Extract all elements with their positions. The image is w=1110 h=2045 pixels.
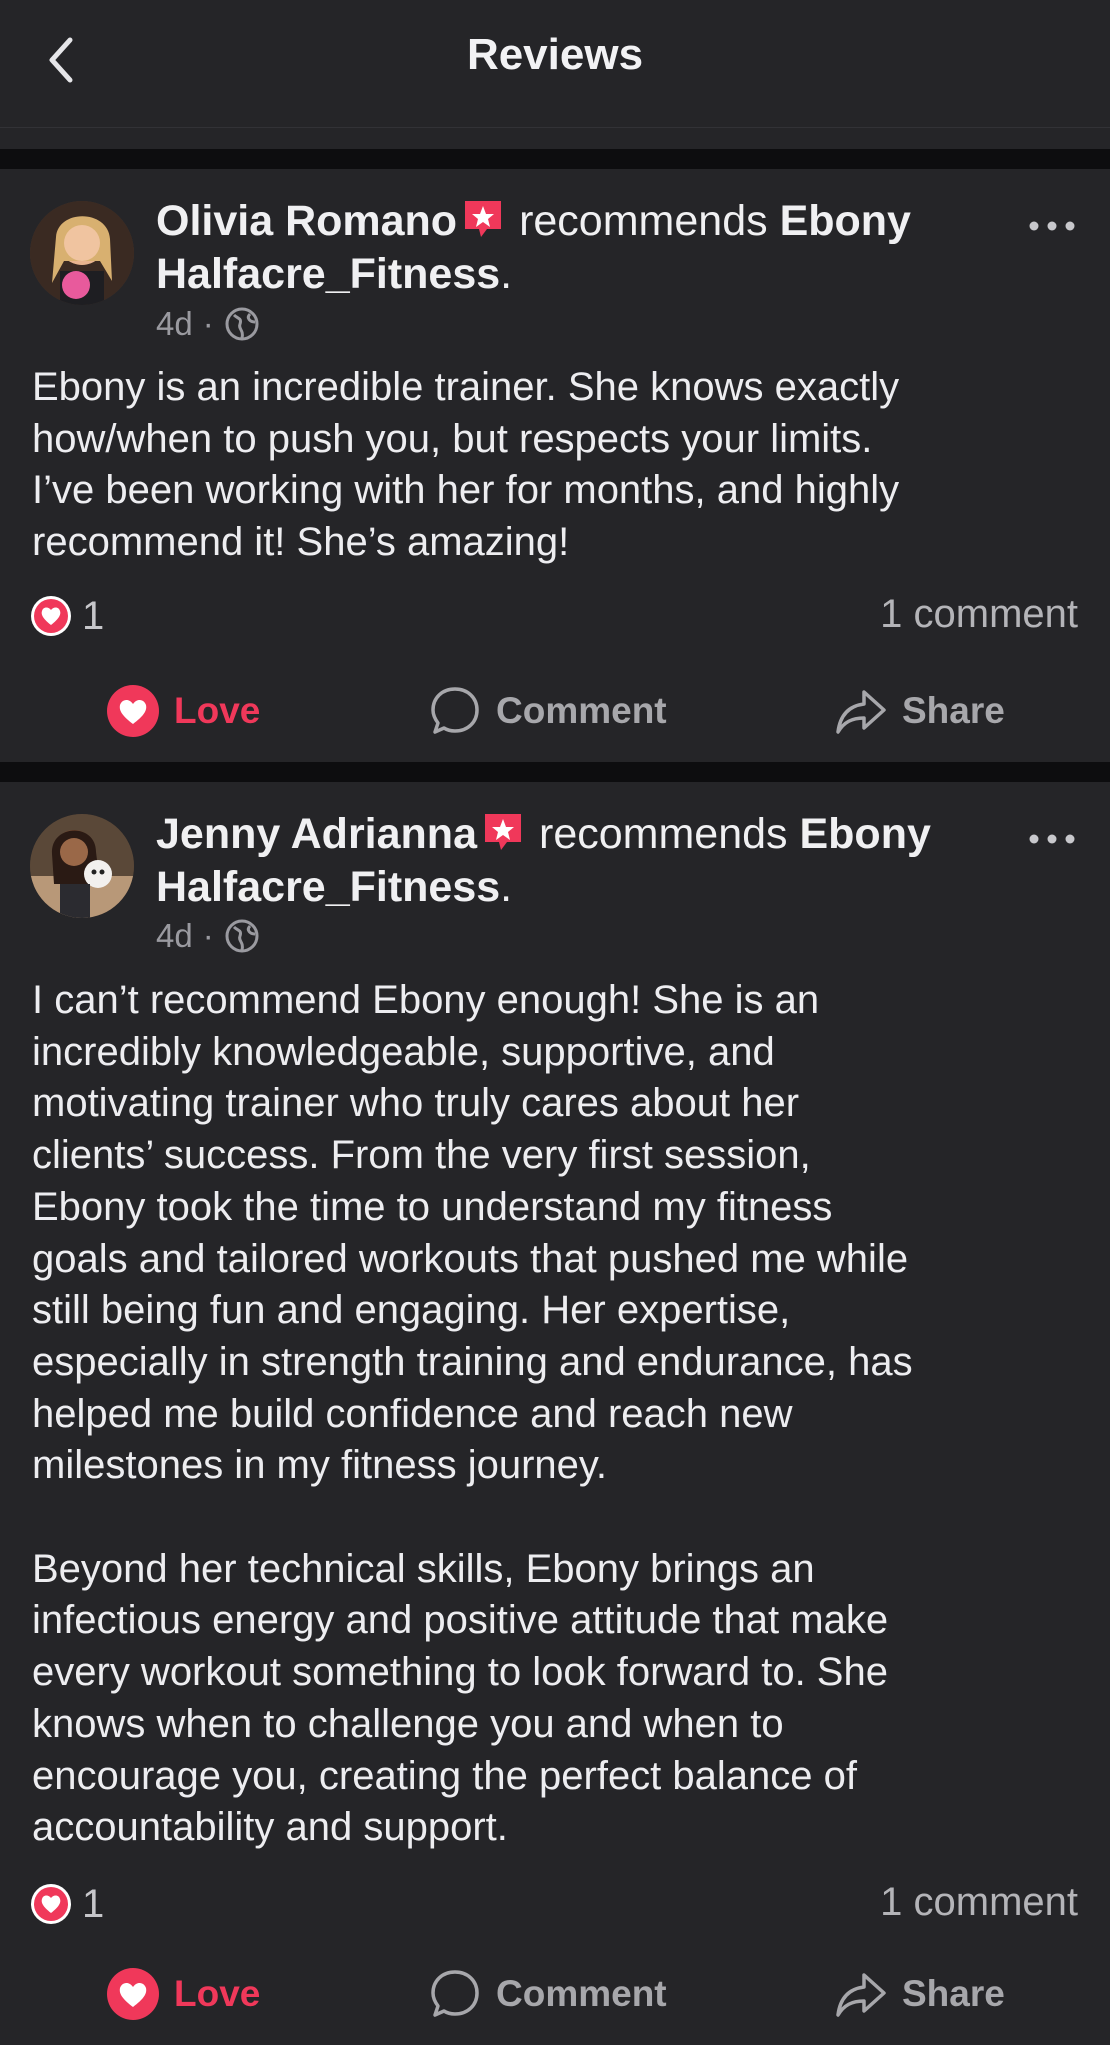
love-reaction-icon bbox=[30, 1883, 72, 1925]
page-name-part1[interactable]: Ebony bbox=[799, 810, 930, 858]
review-header: Olivia Romano recommends Ebony Halfacre_F… bbox=[156, 195, 1016, 301]
share-arrow-icon bbox=[834, 684, 888, 738]
share-label: Share bbox=[902, 690, 1005, 731]
page-name-part2[interactable]: Halfacre_Fitness bbox=[156, 863, 500, 911]
love-label: Love bbox=[174, 690, 261, 731]
comment-button[interactable]: Comment bbox=[428, 1954, 667, 2034]
comment-bubble-icon bbox=[428, 1967, 482, 2021]
reaction-count: 1 bbox=[82, 1881, 105, 1926]
page-name-part2[interactable]: Halfacre_Fitness bbox=[156, 250, 500, 298]
more-options-icon[interactable] bbox=[1024, 824, 1080, 854]
comment-button[interactable]: Comment bbox=[428, 671, 667, 751]
love-reaction-icon bbox=[30, 595, 72, 637]
divider bbox=[0, 149, 1110, 169]
post-meta: 4d · bbox=[156, 304, 260, 344]
post-meta: 4d · bbox=[156, 916, 260, 956]
review-text: Ebony is an incredible trainer. She know… bbox=[32, 365, 900, 565]
review-header: Jenny Adrianna recommends Ebony Halfacre_… bbox=[156, 808, 1016, 914]
meta-separator: · bbox=[202, 917, 214, 954]
reviewer-name[interactable]: Olivia Romano bbox=[156, 197, 457, 245]
more-options-icon[interactable] bbox=[1024, 211, 1080, 241]
divider bbox=[0, 762, 1110, 782]
page-name-part1[interactable]: Ebony bbox=[780, 197, 911, 245]
comment-count-link[interactable]: 1 comment bbox=[880, 1880, 1078, 1925]
reaction-count: 1 bbox=[82, 593, 105, 638]
meta-separator: · bbox=[202, 305, 214, 342]
top-fan-badge-icon bbox=[481, 810, 525, 854]
action-bar: Love Comment Share bbox=[0, 671, 1110, 751]
action-bar: Love Comment Share bbox=[0, 1954, 1110, 2034]
love-icon bbox=[106, 1967, 160, 2021]
comment-count-link[interactable]: 1 comment bbox=[880, 592, 1078, 637]
share-button[interactable]: Share bbox=[834, 1954, 1005, 2034]
reaction-summary[interactable]: 1 bbox=[30, 1880, 104, 1928]
top-bar: Reviews bbox=[0, 0, 1110, 128]
reviewer-name[interactable]: Jenny Adrianna bbox=[156, 810, 477, 858]
comment-label: Comment bbox=[496, 690, 667, 731]
comment-bubble-icon bbox=[428, 684, 482, 738]
globe-icon bbox=[224, 306, 260, 342]
avatar[interactable] bbox=[30, 814, 134, 918]
share-button[interactable]: Share bbox=[834, 671, 1005, 751]
share-label: Share bbox=[902, 1973, 1005, 2014]
love-button[interactable]: Love bbox=[106, 1954, 260, 2034]
globe-icon bbox=[224, 918, 260, 954]
top-fan-badge-icon bbox=[461, 197, 505, 241]
comment-label: Comment bbox=[496, 1973, 667, 2014]
period: . bbox=[500, 863, 513, 911]
page-title: Reviews bbox=[466, 30, 644, 79]
period: . bbox=[500, 250, 513, 298]
recommends-text: recommends bbox=[519, 197, 768, 245]
timestamp[interactable]: 4d bbox=[156, 305, 193, 343]
avatar[interactable] bbox=[30, 201, 134, 305]
recommends-text: recommends bbox=[539, 810, 788, 858]
timestamp[interactable]: 4d bbox=[156, 917, 193, 955]
love-label: Love bbox=[174, 1973, 261, 2014]
love-button[interactable]: Love bbox=[106, 671, 260, 751]
reaction-summary[interactable]: 1 bbox=[30, 592, 104, 640]
love-icon bbox=[106, 684, 160, 738]
review-card: Olivia Romano recommends Ebony Halfacre_F… bbox=[0, 169, 1110, 762]
share-arrow-icon bbox=[834, 1967, 888, 2021]
review-text: I can’t recommend Ebony enough! She is a… bbox=[32, 978, 913, 1850]
review-card: Jenny Adrianna recommends Ebony Halfacre_… bbox=[0, 782, 1110, 2045]
